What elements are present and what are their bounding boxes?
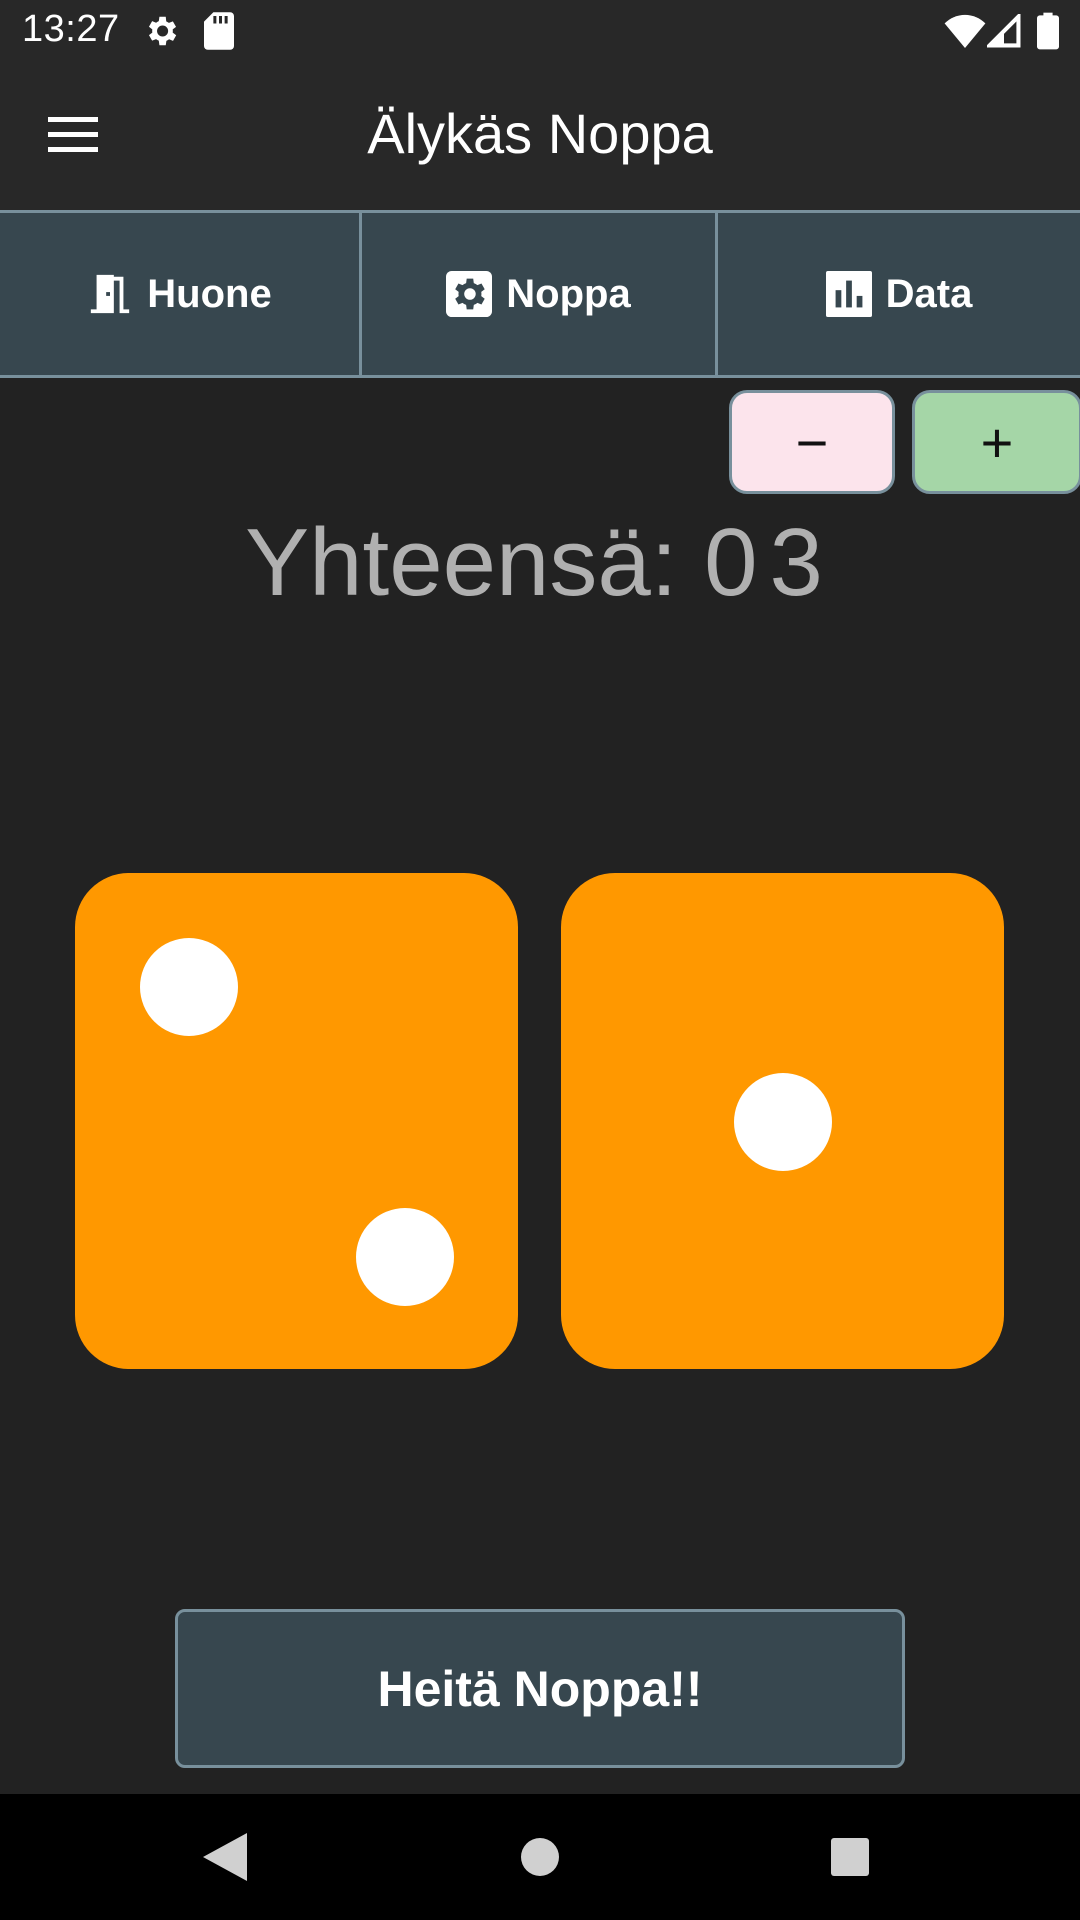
tab-noppa-label: Noppa bbox=[506, 271, 631, 316]
wifi-icon bbox=[944, 14, 986, 53]
status-time: 13:27 bbox=[22, 8, 120, 50]
tab-bar: Huone Noppa Data bbox=[0, 210, 1080, 378]
back-icon[interactable] bbox=[190, 1794, 260, 1920]
increase-dice-label: + bbox=[980, 410, 1014, 474]
status-bar: 13:27 bbox=[0, 0, 1080, 63]
total-value: 03 bbox=[704, 509, 835, 616]
navigation-bar bbox=[0, 1794, 1080, 1920]
die-1[interactable] bbox=[75, 873, 518, 1369]
battery-icon bbox=[1037, 12, 1059, 55]
tab-noppa[interactable]: Noppa bbox=[362, 213, 718, 375]
total-display: Yhteensä: 03 bbox=[0, 508, 1080, 618]
bar-chart-icon bbox=[825, 271, 872, 317]
die-pip bbox=[734, 1073, 832, 1171]
signal-icon bbox=[984, 11, 1021, 53]
recents-icon[interactable] bbox=[810, 1794, 890, 1920]
tab-data-label: Data bbox=[885, 271, 973, 316]
tab-huone[interactable]: Huone bbox=[0, 213, 362, 375]
app-bar: Älykäs Noppa bbox=[0, 63, 1080, 210]
sd-card-icon bbox=[204, 12, 234, 55]
roll-dice-button[interactable]: Heitä Noppa!! bbox=[175, 1609, 905, 1768]
tab-huone-label: Huone bbox=[147, 271, 272, 316]
app-title: Älykäs Noppa bbox=[367, 102, 713, 165]
die-pip bbox=[356, 1208, 454, 1306]
die-2[interactable] bbox=[561, 873, 1004, 1369]
settings-gear-icon bbox=[446, 271, 493, 317]
increase-dice-button[interactable]: + bbox=[912, 390, 1080, 494]
screen: 13:27 Älykäs Noppa Huone Noppa Data − + … bbox=[0, 0, 1080, 1920]
die-pip bbox=[140, 938, 238, 1036]
gear-icon bbox=[142, 12, 180, 55]
decrease-dice-label: − bbox=[795, 410, 829, 474]
decrease-dice-button[interactable]: − bbox=[729, 390, 895, 494]
home-icon[interactable] bbox=[500, 1794, 580, 1920]
roll-dice-label: Heitä Noppa!! bbox=[377, 1660, 703, 1717]
total-label: Yhteensä: bbox=[245, 509, 678, 616]
door-icon bbox=[87, 270, 133, 318]
tab-data[interactable]: Data bbox=[718, 213, 1080, 375]
